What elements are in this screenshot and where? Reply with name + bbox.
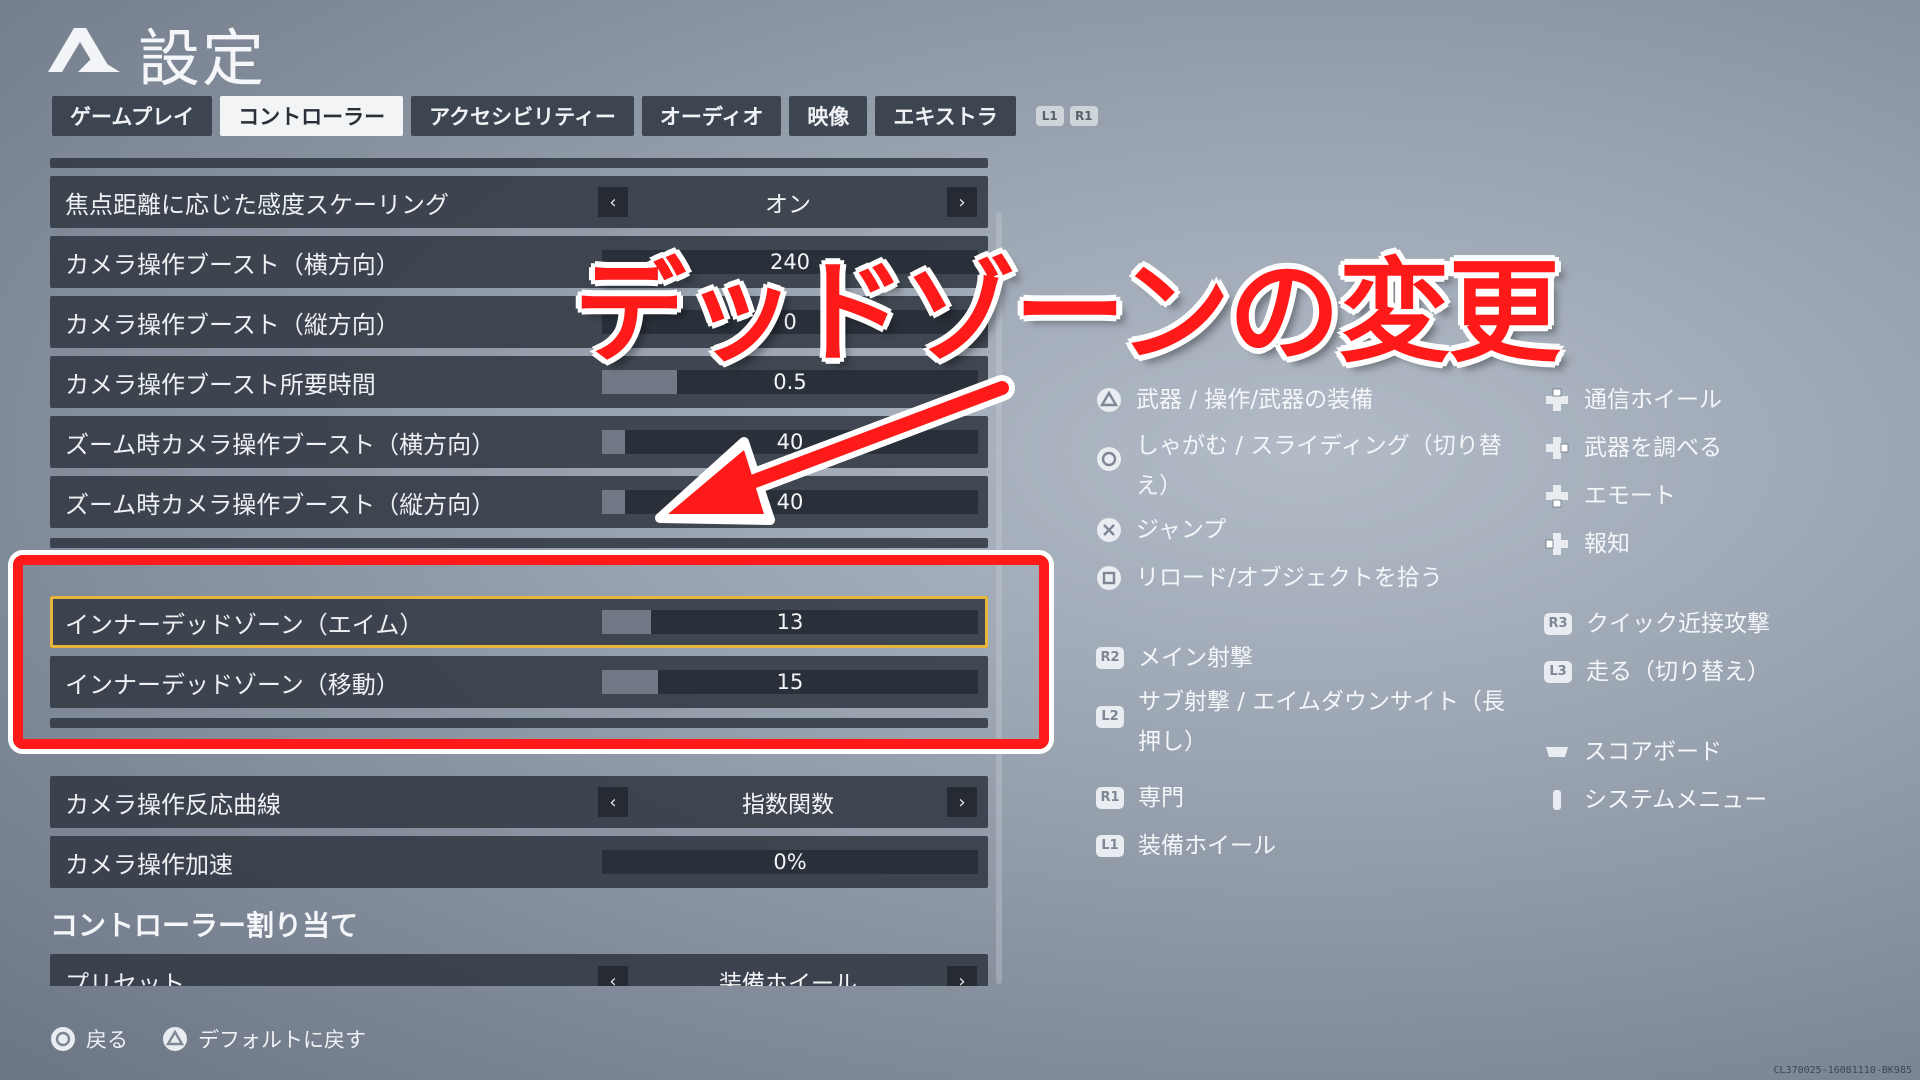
setting-label: カメラ操作ブースト所要時間 [65,370,376,399]
legend-text: 武器 / 操作/武器の装備 [1136,387,1374,413]
chevron-left-icon[interactable]: ‹ [598,787,628,817]
legend-text: 報知 [1584,531,1630,557]
section-heading-controller-assign: コントローラー割り当て [50,909,359,942]
tab-bumper-hints: L1 R1 [1035,106,1098,126]
legend-item: L1 装備ホイール [1096,826,1508,866]
legend-item: 通信ホイール [1544,380,1894,420]
legend-item: L2 サブ射撃 / エイムダウンサイト（長押し） [1096,682,1508,762]
chevron-right-icon[interactable]: › [947,787,977,817]
legend-text: エモート [1584,483,1676,509]
l2-trigger-icon: L2 [1096,706,1124,728]
setting-label: カメラ操作ブースト（横方向） [65,250,400,279]
touchpad-icon [1546,747,1568,757]
game-logo-icon [48,28,120,72]
legend-text: スコアボード [1584,739,1722,765]
page-title: 設定 [138,22,267,95]
chevron-left-icon[interactable]: ‹ [598,966,628,986]
legend-item: 報知 [1544,524,1894,564]
circle-button-icon [51,1027,75,1051]
circle-button-icon [1097,447,1121,471]
setting-value: オン [765,192,811,218]
build-version: CL370025-16081110-BK985 [1773,1065,1912,1076]
back-label: 戻る [86,1028,128,1052]
r1-bumper-icon: R1 [1096,787,1124,809]
legend-text: サブ射撃 / エイムダウンサイト（長押し） [1138,689,1505,755]
setting-label: カメラ操作反応曲線 [65,790,281,819]
dpad-right-icon [1546,437,1569,459]
cross-button-icon [1097,518,1121,542]
setting-preset[interactable]: プリセット ‹ 装備ホイール › [50,954,988,986]
r2-trigger-icon: R2 [1096,647,1124,669]
legend-item: スコアボード [1544,732,1894,772]
overlay-title: デッドゾーンの変更 [574,248,1560,378]
options-button-icon [1553,790,1561,810]
legend-item: L3 走る（切り替え） [1544,652,1896,692]
red-arrow-icon [655,375,1015,525]
tab-audio[interactable]: オーディオ [641,96,782,136]
legend-item: ジャンプ [1096,510,1506,550]
tab-video[interactable]: 映像 [789,96,868,136]
tab-accessibility[interactable]: アクセシビリティー [411,96,634,136]
legend-item: R1 専門 [1096,778,1508,818]
setting-label: 焦点距離に応じた感度スケーリング [65,190,449,219]
legend-text: メイン射撃 [1138,645,1253,671]
legend-text: リロード/オブジェクトを拾う [1136,565,1443,591]
setting-label: カメラ操作ブースト（縦方向） [65,310,400,339]
legend-text: ジャンプ [1136,517,1227,543]
legend-text: しゃがむ / スライディング（切り替え） [1136,433,1502,499]
setting-acceleration[interactable]: カメラ操作加速 0% [50,836,988,888]
slider-value: 0% [773,850,807,874]
deadzone-highlight-box [13,555,1049,749]
reset-default-label: デフォルトに戻す [198,1028,366,1052]
setting-response-curve[interactable]: カメラ操作反応曲線 ‹ 指数関数 › [50,776,988,828]
tab-gameplay[interactable]: ゲームプレイ [52,96,213,136]
square-button-icon [1097,566,1121,590]
dpad-up-icon [1546,388,1568,411]
legend-item: リロード/オブジェクトを拾う [1096,558,1506,598]
legend-text: 武器を調べる [1584,435,1722,461]
setting-value: 装備ホイール [719,971,857,986]
r3-stick-icon: R3 [1544,613,1572,635]
setting-label: プリセット [65,970,185,986]
legend-item: システムメニュー [1544,780,1894,820]
chevron-right-icon[interactable]: › [947,187,977,217]
back-button[interactable]: 戻る [50,1024,128,1054]
tab-controller[interactable]: コントローラー [220,96,404,136]
setting-label: カメラ操作加速 [65,850,233,879]
chevron-left-icon[interactable]: ‹ [598,187,628,217]
settings-tabs: ゲームプレイ コントローラー アクセシビリティー オーディオ 映像 エキストラ … [52,96,1098,136]
dpad-left-icon [1545,533,1568,555]
l1-bumper-icon: L1 [1096,835,1124,857]
r1-bumper-icon: R1 [1069,106,1098,126]
legend-item: 武器を調べる [1544,428,1894,468]
legend-item: エモート [1544,476,1894,516]
legend-text: 走る（切り替え） [1586,659,1770,685]
tab-extra[interactable]: エキストラ [875,96,1016,136]
legend-item: しゃがむ / スライディング（切り替え） [1096,426,1506,506]
l3-stick-icon: L3 [1544,661,1572,683]
setting-label: ズーム時カメラ操作ブースト（縦方向） [65,490,496,519]
reset-default-button[interactable]: デフォルトに戻す [162,1024,366,1054]
legend-text: 通信ホイール [1584,387,1722,413]
chevron-right-icon[interactable]: › [947,966,977,986]
list-row-partial [50,158,988,168]
legend-text: システムメニュー [1584,787,1768,813]
legend-text: クイック近接攻撃 [1586,611,1770,637]
footer-hints: 戻る デフォルトに戻す [50,1024,366,1054]
setting-value: 指数関数 [742,792,834,818]
triangle-button-icon [1097,388,1121,412]
setting-focal-scaling[interactable]: 焦点距離に応じた感度スケーリング ‹ オン › [50,176,988,228]
l1-bumper-icon: L1 [1035,106,1064,126]
legend-item: R2 メイン射撃 [1096,638,1508,678]
dpad-down-icon [1546,485,1568,508]
setting-label: ズーム時カメラ操作ブースト（横方向） [65,430,496,459]
legend-text: 装備ホイール [1138,833,1276,859]
legend-item: 武器 / 操作/武器の装備 [1096,380,1506,420]
legend-text: 専門 [1138,785,1184,811]
triangle-button-icon [163,1027,187,1051]
legend-item: R3 クイック近接攻撃 [1544,604,1896,644]
